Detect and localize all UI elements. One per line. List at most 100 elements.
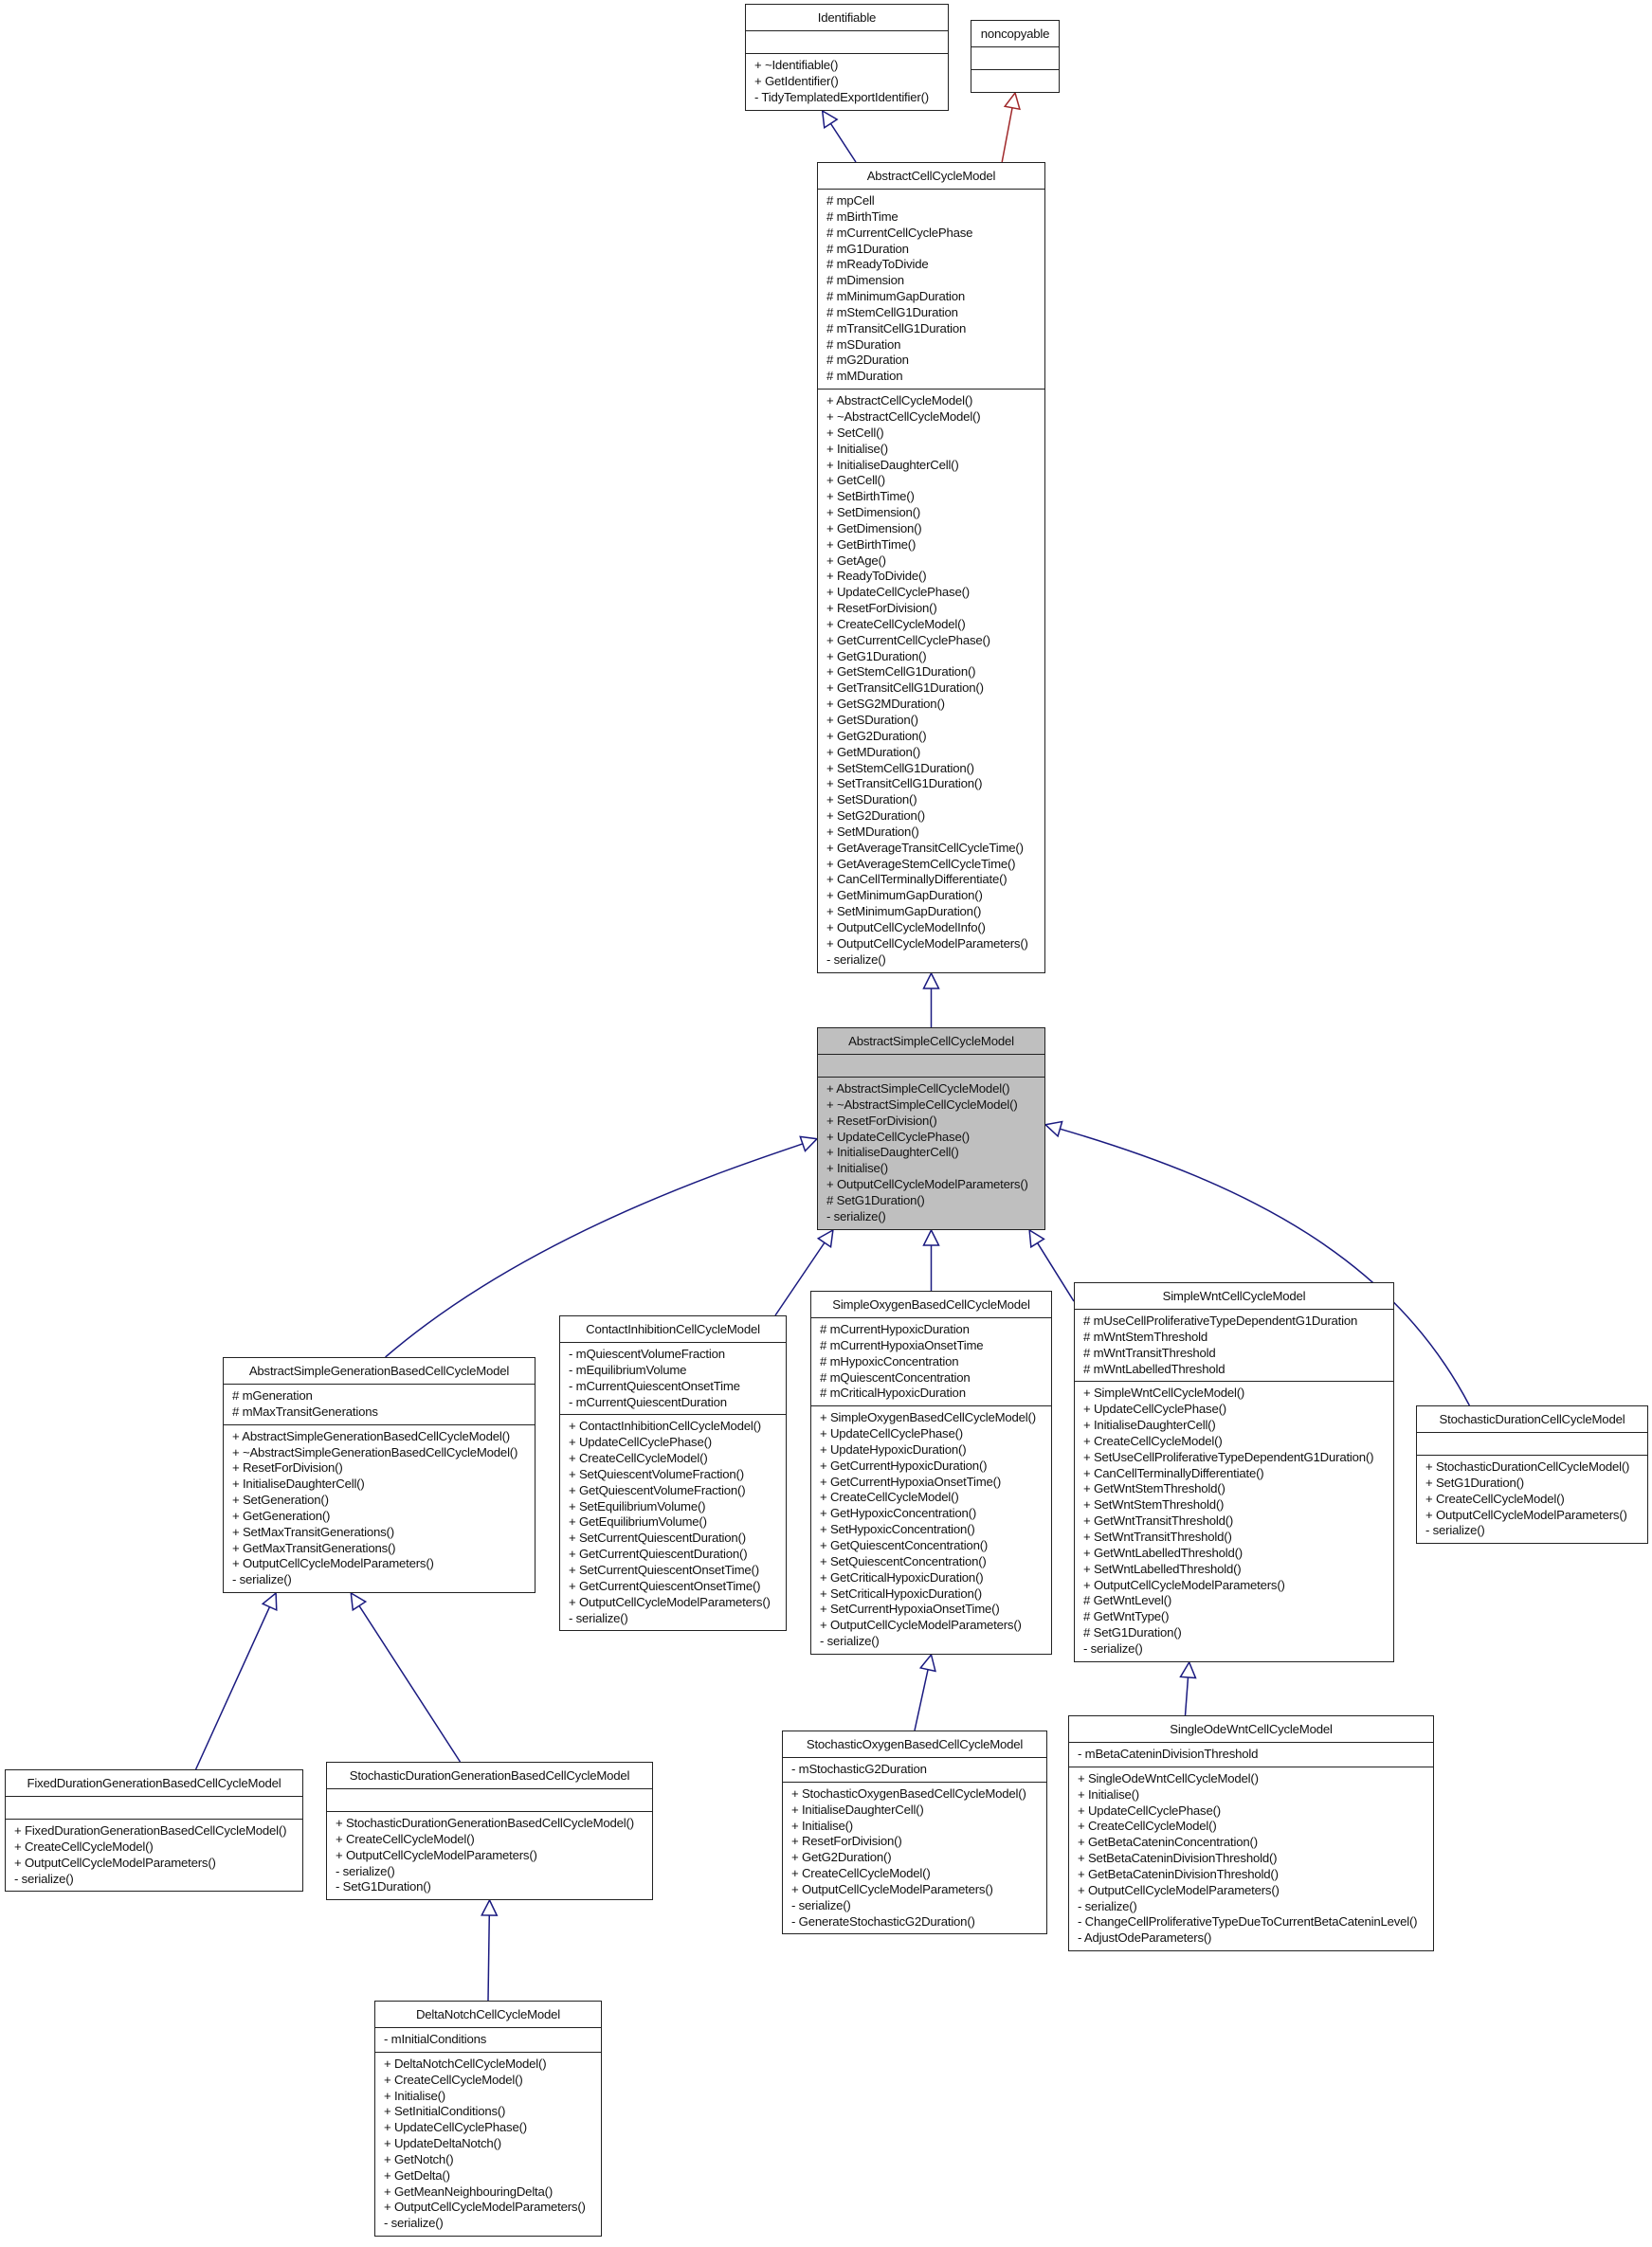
class-method[interactable]: + OutputCellCycleModelParameters()	[569, 1595, 778, 1611]
class-method[interactable]: + SetBirthTime()	[826, 489, 1037, 505]
class-method[interactable]: + SetQuiescentVolumeFraction()	[569, 1467, 778, 1483]
class-method[interactable]: + OutputCellCycleModelParameters()	[820, 1618, 1044, 1634]
class-box-stochastic-oxygen-based-cell-cycle-model[interactable]: StochasticOxygenBasedCellCycleModel - mSt…	[782, 1731, 1047, 1935]
class-method[interactable]: + Initialise()	[384, 2089, 593, 2105]
class-method[interactable]: + GetAge()	[826, 553, 1037, 570]
class-method[interactable]: + SetCurrentQuiescentOnsetTime()	[569, 1563, 778, 1579]
class-method[interactable]: + GetCurrentHypoxiaOnsetTime()	[820, 1475, 1044, 1491]
class-method[interactable]: - serialize()	[384, 2216, 593, 2232]
class-method[interactable]: + UpdateCellCyclePhase()	[569, 1435, 778, 1451]
class-method[interactable]: + GetDimension()	[826, 521, 1037, 537]
class-method[interactable]: + CreateCellCycleModel()	[826, 617, 1037, 633]
class-method[interactable]: + ContactInhibitionCellCycleModel()	[569, 1419, 778, 1435]
class-method[interactable]: + OutputCellCycleModelParameters()	[384, 2200, 593, 2216]
class-method[interactable]: - TidyTemplatedExportIdentifier()	[754, 90, 940, 106]
class-method[interactable]: + SetHypoxicConcentration()	[820, 1522, 1044, 1538]
class-method[interactable]: + SetStemCellG1Duration()	[826, 761, 1037, 777]
class-method[interactable]: + InitialiseDaughterCell()	[791, 1803, 1039, 1819]
class-method[interactable]: + ResetForDivision()	[826, 601, 1037, 617]
class-method[interactable]: + SingleOdeWntCellCycleModel()	[1078, 1771, 1425, 1787]
class-method[interactable]: + ~AbstractSimpleCellCycleModel()	[826, 1097, 1037, 1114]
class-method[interactable]: + CanCellTerminallyDifferentiate()	[826, 872, 1037, 888]
class-method[interactable]: + InitialiseDaughterCell()	[1083, 1418, 1386, 1434]
class-method[interactable]: + GetStemCellG1Duration()	[826, 664, 1037, 680]
class-method[interactable]: + CanCellTerminallyDifferentiate()	[1083, 1466, 1386, 1482]
class-method[interactable]: + OutputCellCycleModelParameters()	[1078, 1883, 1425, 1899]
class-method[interactable]: + UpdateCellCyclePhase()	[1078, 1803, 1425, 1820]
class-method[interactable]: + CreateCellCycleModel()	[336, 1832, 644, 1848]
class-attribute[interactable]: # mCurrentHypoxiaOnsetTime	[820, 1338, 1044, 1354]
class-name[interactable]: StochasticDurationGenerationBasedCellCyc…	[327, 1763, 652, 1789]
class-method[interactable]: + FixedDurationGenerationBasedCellCycleM…	[14, 1823, 295, 1839]
class-method[interactable]: + GetHypoxicConcentration()	[820, 1506, 1044, 1522]
class-method[interactable]: + CreateCellCycleModel()	[384, 2073, 593, 2089]
class-box-identifiable[interactable]: Identifiable + ~Identifiable() + GetIdenti…	[745, 4, 949, 111]
class-method[interactable]: # SetG1Duration()	[1083, 1625, 1386, 1641]
class-box-stochastic-duration-cell-cycle-model[interactable]: StochasticDurationCellCycleModel + Stocha…	[1416, 1405, 1648, 1545]
class-method[interactable]: + GetMeanNeighbouringDelta()	[384, 2184, 593, 2201]
class-method[interactable]: - serialize()	[232, 1572, 527, 1588]
class-method[interactable]: + GetCriticalHypoxicDuration()	[820, 1570, 1044, 1586]
class-method[interactable]: - serialize()	[826, 1209, 1037, 1225]
class-box-fixed-duration-generation-based-cell-cycle-model[interactable]: FixedDurationGenerationBasedCellCycleMod…	[5, 1769, 303, 1893]
class-attribute[interactable]: # mMaxTransitGenerations	[232, 1404, 527, 1421]
class-method[interactable]: + Initialise()	[826, 442, 1037, 458]
class-method[interactable]: + UpdateCellCyclePhase()	[384, 2120, 593, 2136]
class-method[interactable]: + CreateCellCycleModel()	[791, 1866, 1039, 1882]
class-method[interactable]: - serialize()	[336, 1864, 644, 1880]
class-attribute[interactable]: # mMDuration	[826, 369, 1037, 385]
class-method[interactable]: - serialize()	[1083, 1641, 1386, 1658]
class-method[interactable]: + ReadyToDivide()	[826, 569, 1037, 585]
class-method[interactable]: + CreateCellCycleModel()	[1078, 1819, 1425, 1835]
class-method[interactable]: + DeltaNotchCellCycleModel()	[384, 2057, 593, 2073]
class-method[interactable]: + SetBetaCateninDivisionThreshold()	[1078, 1851, 1425, 1867]
class-method[interactable]: - SetG1Duration()	[336, 1879, 644, 1895]
class-attribute[interactable]: - mStochasticG2Duration	[791, 1762, 1039, 1778]
class-method[interactable]: + GetEquilibriumVolume()	[569, 1514, 778, 1531]
class-name[interactable]: Identifiable	[746, 5, 948, 31]
class-method[interactable]: - ChangeCellProliferativeTypeDueToCurren…	[1078, 1914, 1425, 1930]
class-method[interactable]: + OutputCellCycleModelParameters()	[1083, 1578, 1386, 1594]
class-method[interactable]: # GetWntType()	[1083, 1609, 1386, 1625]
class-method[interactable]: + StochasticDurationGenerationBasedCellC…	[336, 1816, 644, 1832]
class-method[interactable]: + AbstractSimpleGenerationBasedCellCycle…	[232, 1429, 527, 1445]
class-method[interactable]: - serialize()	[820, 1634, 1044, 1650]
class-method[interactable]: + SetWntLabelledThreshold()	[1083, 1562, 1386, 1578]
class-method[interactable]: + GetQuiescentVolumeFraction()	[569, 1483, 778, 1499]
class-box-stochastic-duration-generation-based-cell-cycle-model[interactable]: StochasticDurationGenerationBasedCellCyc…	[326, 1762, 653, 1901]
class-method[interactable]: + SetMDuration()	[826, 825, 1037, 841]
class-method[interactable]: + CreateCellCycleModel()	[14, 1839, 295, 1856]
class-method[interactable]: - serialize()	[569, 1611, 778, 1627]
class-attribute[interactable]: # mWntLabelledThreshold	[1083, 1362, 1386, 1378]
class-method[interactable]: + SetInitialConditions()	[384, 2104, 593, 2120]
class-method[interactable]: + InitialiseDaughterCell()	[826, 1145, 1037, 1161]
class-attribute[interactable]: # mQuiescentConcentration	[820, 1370, 1044, 1386]
class-method[interactable]: + SimpleOxygenBasedCellCycleModel()	[820, 1410, 1044, 1426]
class-method[interactable]: + GetAverageStemCellCycleTime()	[826, 857, 1037, 873]
class-method[interactable]: + SetCell()	[826, 426, 1037, 442]
class-attribute[interactable]: - mInitialConditions	[384, 2032, 593, 2048]
class-method[interactable]: - serialize()	[1078, 1899, 1425, 1915]
class-method[interactable]: + GetWntTransitThreshold()	[1083, 1513, 1386, 1530]
class-method[interactable]: + GetCurrentQuiescentOnsetTime()	[569, 1579, 778, 1595]
class-method[interactable]: - AdjustOdeParameters()	[1078, 1930, 1425, 1947]
class-method[interactable]: + SetWntStemThreshold()	[1083, 1497, 1386, 1513]
class-method[interactable]: + OutputCellCycleModelParameters()	[1425, 1508, 1640, 1524]
class-attribute[interactable]: # mUseCellProliferativeTypeDependentG1Du…	[1083, 1314, 1386, 1330]
class-attribute[interactable]: # mTransitCellG1Duration	[826, 321, 1037, 337]
class-attribute[interactable]: # mpCell	[826, 193, 1037, 209]
class-method[interactable]: + GetBetaCateninConcentration()	[1078, 1835, 1425, 1851]
class-method[interactable]: + ~AbstractCellCycleModel()	[826, 409, 1037, 426]
class-method[interactable]: + GetNotch()	[384, 2152, 593, 2168]
class-method[interactable]: + OutputCellCycleModelParameters()	[336, 1848, 644, 1864]
class-method[interactable]: + GetG2Duration()	[826, 729, 1037, 745]
class-method[interactable]: # GetWntLevel()	[1083, 1593, 1386, 1609]
class-method[interactable]: + SetCriticalHypoxicDuration()	[820, 1586, 1044, 1603]
class-method[interactable]: + UpdateCellCyclePhase()	[1083, 1402, 1386, 1418]
class-attribute[interactable]: # mCurrentHypoxicDuration	[820, 1322, 1044, 1338]
class-method[interactable]: + OutputCellCycleModelParameters()	[826, 936, 1037, 952]
class-name[interactable]: StochasticOxygenBasedCellCycleModel	[783, 1731, 1046, 1758]
class-method[interactable]: + ResetForDivision()	[826, 1114, 1037, 1130]
class-method[interactable]: + ~AbstractSimpleGenerationBasedCellCycl…	[232, 1445, 527, 1461]
class-method[interactable]: + SetDimension()	[826, 505, 1037, 521]
